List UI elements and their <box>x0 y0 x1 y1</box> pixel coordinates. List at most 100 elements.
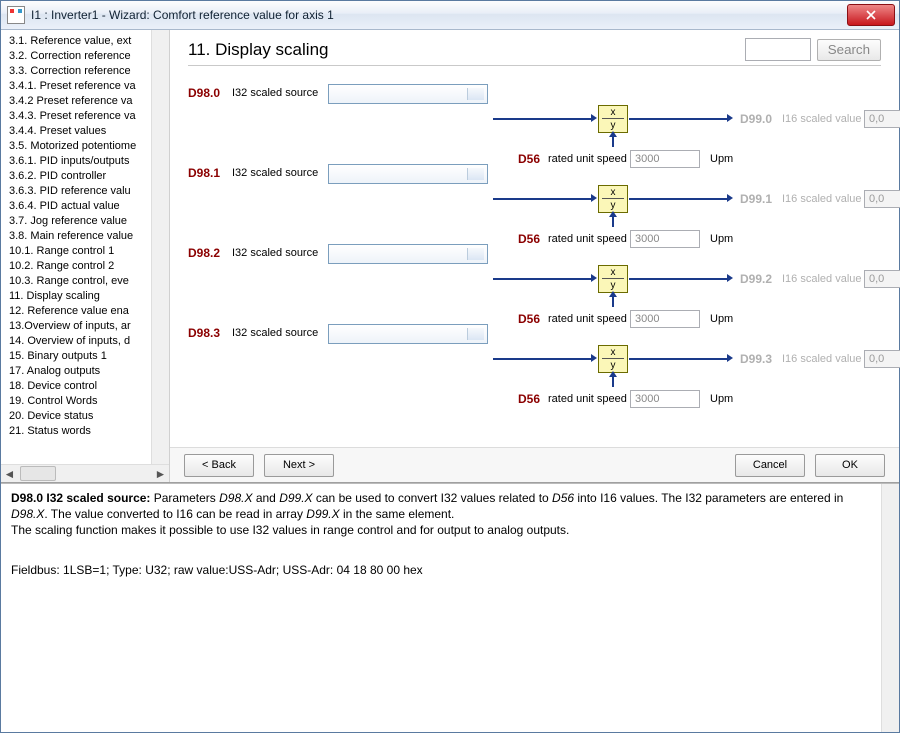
sidebar-item[interactable]: 10.3. Range control, eve <box>9 274 151 289</box>
out-value: 0,0 <box>864 190 900 208</box>
param-row: D98.2 I32 scaled source xy D99.2 I16 scaled … <box>188 246 881 326</box>
out-value: 0,0 <box>864 270 900 288</box>
header-row: 11. Display scaling Search <box>188 38 881 61</box>
help-pane: D98.0 I32 scaled source: Parameters D98.… <box>1 483 899 732</box>
d98-param: D98.3 <box>188 326 220 340</box>
d56-param: D56 <box>518 392 540 406</box>
scroll-thumb[interactable] <box>20 466 56 481</box>
sidebar-item[interactable]: 3.7. Jog reference value <box>9 214 151 229</box>
param-row: D98.1I32 scaled sourcexyD99.1I16 scaled … <box>188 166 881 246</box>
sidebar-item[interactable]: 3.4.1. Preset reference va <box>9 79 151 94</box>
sidebar-item[interactable]: 3.4.4. Preset values <box>9 124 151 139</box>
page-title: 11. Display scaling <box>188 40 745 60</box>
next-button[interactable]: Next > <box>264 454 334 477</box>
sidebar-item[interactable]: 3.6.2. PID controller <box>9 169 151 184</box>
sidebar-item[interactable]: 15. Binary outputs 1 <box>9 349 151 364</box>
sidebar-item[interactable]: 17. Analog outputs <box>9 364 151 379</box>
param-row: D98.3 I32 scaled source xy D99.3 I16 scaled … <box>188 326 881 406</box>
sidebar-item[interactable]: 3.5. Motorized potentiome <box>9 139 151 154</box>
out-label: I16 scaled value <box>782 193 862 205</box>
param-row: D98.0 I32 scaled source xy D99.0 I16 scaled … <box>188 86 881 166</box>
rate-label: rated unit speed <box>548 393 627 405</box>
sidebar-item[interactable]: 3.1. Reference value, ext <box>9 34 151 49</box>
sidebar-item[interactable]: 3.8. Main reference value <box>9 229 151 244</box>
source-select[interactable] <box>328 84 488 104</box>
sidebar-item[interactable]: 14. Overview of inputs, d <box>9 334 151 349</box>
d56-param: D56 <box>518 152 540 166</box>
source-select[interactable] <box>328 164 488 184</box>
cancel-button[interactable]: Cancel <box>735 454 805 477</box>
d98-param: D98.1 <box>188 166 220 180</box>
sidebar-scrollbar-v[interactable] <box>151 30 169 464</box>
sidebar-item[interactable]: 20. Device status <box>9 409 151 424</box>
sidebar-item[interactable]: 12. Reference value ena <box>9 304 151 319</box>
out-value: 0,0 <box>864 110 900 128</box>
upper-pane: 3.1. Reference value, ext3.2. Correction… <box>1 30 899 483</box>
help-heading: D98.0 I32 scaled source: <box>11 491 150 505</box>
sidebar-item[interactable]: 3.6.4. PID actual value <box>9 199 151 214</box>
src-label: I32 scaled source <box>232 87 318 99</box>
help-text: D98.0 I32 scaled source: Parameters D98.… <box>1 484 881 732</box>
sidebar-item[interactable]: 19. Control Words <box>9 394 151 409</box>
xy-divider-icon: xy <box>598 265 628 293</box>
rate-unit: Upm <box>710 393 733 405</box>
sidebar-item[interactable]: 18. Device control <box>9 379 151 394</box>
sidebar-tree[interactable]: 3.1. Reference value, ext3.2. Correction… <box>1 30 151 464</box>
sidebar-item[interactable]: 21. Status words <box>9 424 151 439</box>
divider <box>188 65 881 66</box>
search-button[interactable]: Search <box>817 39 881 61</box>
sidebar-item[interactable]: 3.6.1. PID inputs/outputs <box>9 154 151 169</box>
xy-divider-icon: xy <box>598 345 628 373</box>
out-value: 0,0 <box>864 350 900 368</box>
sidebar-item[interactable]: 3.4.2 Preset reference va <box>9 94 151 109</box>
sidebar-item[interactable]: 3.6.3. PID reference valu <box>9 184 151 199</box>
rate-label: rated unit speed <box>548 313 627 325</box>
back-button[interactable]: < Back <box>184 454 254 477</box>
sidebar-item[interactable]: 3.2. Correction reference <box>9 49 151 64</box>
d56-param: D56 <box>518 232 540 246</box>
out-label: I16 scaled value <box>782 353 862 365</box>
rate-unit: Upm <box>710 153 733 165</box>
src-label: I32 scaled source <box>232 327 318 339</box>
scroll-right-icon[interactable]: ► <box>152 466 169 481</box>
src-label: I32 scaled source <box>232 247 318 259</box>
d99-param: D99.2 <box>740 272 772 286</box>
sidebar: 3.1. Reference value, ext3.2. Correction… <box>1 30 170 482</box>
window: I1 : Inverter1 - Wizard: Comfort referen… <box>0 0 900 733</box>
out-label: I16 scaled value <box>782 113 862 125</box>
d98-param: D98.0 <box>188 86 220 100</box>
rate-unit: Upm <box>710 233 733 245</box>
sidebar-item[interactable]: 10.1. Range control 1 <box>9 244 151 259</box>
sidebar-item[interactable]: 10.2. Range control 2 <box>9 259 151 274</box>
help-line-2: The scaling function makes it possible t… <box>11 522 871 538</box>
scroll-left-icon[interactable]: ◄ <box>1 466 18 481</box>
close-icon <box>866 10 876 20</box>
rate-value: 3000 <box>630 390 700 408</box>
window-title: I1 : Inverter1 - Wizard: Comfort referen… <box>31 8 847 22</box>
wizard-footer: < Back Next > Cancel OK <box>170 447 899 482</box>
rate-unit: Upm <box>710 313 733 325</box>
d99-param: D99.0 <box>740 112 772 126</box>
source-select[interactable] <box>328 324 488 344</box>
xy-divider-icon: xy <box>598 185 628 213</box>
out-label: I16 scaled value <box>782 273 862 285</box>
help-scrollbar[interactable] <box>881 484 899 732</box>
d98-param: D98.2 <box>188 246 220 260</box>
sidebar-item[interactable]: 3.4.3. Preset reference va <box>9 109 151 124</box>
src-label: I32 scaled source <box>232 167 318 179</box>
main-pane: 11. Display scaling Search D98.0 I32 scal… <box>170 30 899 482</box>
sidebar-item[interactable]: 11. Display scaling <box>9 289 151 304</box>
sidebar-scrollbar-h[interactable]: ◄ ► <box>1 464 169 482</box>
ok-button[interactable]: OK <box>815 454 885 477</box>
d56-param: D56 <box>518 312 540 326</box>
sidebar-item[interactable]: 13.Overview of inputs, ar <box>9 319 151 334</box>
d99-param: D99.3 <box>740 352 772 366</box>
sidebar-item[interactable]: 3.3. Correction reference <box>9 64 151 79</box>
search-input[interactable] <box>745 38 811 61</box>
titlebar: I1 : Inverter1 - Wizard: Comfort referen… <box>1 1 899 30</box>
source-select[interactable] <box>328 244 488 264</box>
rate-label: rated unit speed <box>548 233 627 245</box>
xy-divider-icon: xy <box>598 105 628 133</box>
close-button[interactable] <box>847 4 895 26</box>
app-icon <box>7 6 25 24</box>
